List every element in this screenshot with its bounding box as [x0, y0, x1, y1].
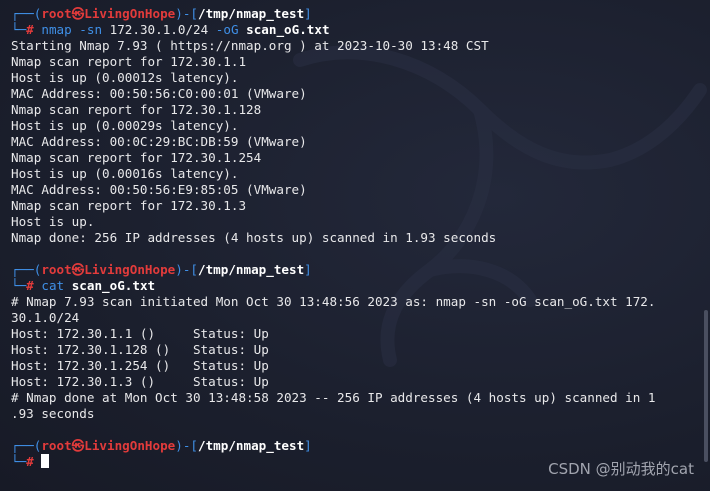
- command-line: └─# cat scan_oG.txt: [11, 278, 696, 294]
- prompt-corner: └─: [11, 22, 27, 37]
- prompt-hash: #: [26, 454, 34, 469]
- output-line: Nmap scan report for 172.30.1.128: [11, 102, 262, 117]
- terminal-output[interactable]: ┌──(root㉿LivingOnHope)-[/tmp/nmap_test] …: [11, 6, 696, 470]
- output-line: # Nmap done at Mon Oct 30 13:48:58 2023 …: [11, 390, 656, 405]
- prompt-corner: └─: [11, 454, 27, 469]
- prompt-corner: └─: [11, 278, 27, 293]
- output-line: Host: 172.30.1.254 () Status: Up: [11, 358, 269, 373]
- output-line: Nmap scan report for 172.30.1.3: [11, 198, 247, 213]
- prompt-line: ┌──(root㉿LivingOnHope)-[/tmp/nmap_test]: [11, 6, 696, 22]
- output-line: Nmap scan report for 172.30.1.1: [11, 54, 247, 69]
- output-line: Host: 172.30.1.1 () Status: Up: [11, 326, 269, 341]
- prompt-path: /tmp/nmap_test: [198, 262, 305, 277]
- output-line: .93 seconds: [11, 406, 95, 421]
- prompt-bracket: )-[: [175, 438, 199, 453]
- prompt-user-host: root㉿LivingOnHope: [41, 262, 176, 277]
- output-line: Host is up (0.00016s latency).: [11, 166, 239, 181]
- prompt-user-host: root㉿LivingOnHope: [41, 438, 176, 453]
- prompt-bracket: ]: [304, 262, 312, 277]
- prompt-bracket: )-[: [175, 6, 199, 21]
- command-arg: 172.30.1.0/24: [109, 22, 209, 37]
- vertical-scrollbar[interactable]: [704, 310, 708, 462]
- output-line: Host: 172.30.1.128 () Status: Up: [11, 342, 269, 357]
- output-line: Host is up (0.00012s latency).: [11, 70, 239, 85]
- command-arg: scan_oG.txt: [246, 22, 330, 37]
- output-line: MAC Address: 00:50:56:E9:85:05 (VMware): [11, 182, 307, 197]
- command-name: cat: [41, 278, 65, 293]
- prompt-bracket: ]: [304, 6, 312, 21]
- prompt-corner: ┌──(: [11, 438, 42, 453]
- command-line: └─# nmap -sn 172.30.1.0/24 -oG scan_oG.t…: [11, 22, 696, 38]
- output-line: MAC Address: 00:0C:29:BC:DB:59 (VMware): [11, 134, 307, 149]
- prompt-line: ┌──(root㉿LivingOnHope)-[/tmp/nmap_test]: [11, 262, 696, 278]
- output-line: Nmap done: 256 IP addresses (4 hosts up)…: [11, 230, 497, 245]
- prompt-hash: #: [26, 278, 34, 293]
- prompt-corner: ┌──(: [11, 262, 42, 277]
- prompt-user-host: root㉿LivingOnHope: [41, 6, 176, 21]
- command-arg: -oG: [208, 22, 247, 37]
- command-space: [64, 278, 72, 293]
- prompt-line: ┌──(root㉿LivingOnHope)-[/tmp/nmap_test]: [11, 438, 696, 454]
- prompt-corner: ┌──(: [11, 6, 42, 21]
- prompt-bracket: ]: [304, 438, 312, 453]
- output-line: MAC Address: 00:50:56:C0:00:01 (VMware): [11, 86, 307, 101]
- command-name: nmap: [41, 22, 72, 37]
- command-arg: -sn: [71, 22, 110, 37]
- output-line: Host is up.: [11, 214, 95, 229]
- command-arg: scan_oG.txt: [71, 278, 156, 293]
- prompt-path: /tmp/nmap_test: [198, 438, 305, 453]
- csdn-watermark: CSDN @别动我的cat: [548, 460, 694, 478]
- output-line: Starting Nmap 7.93 ( https://nmap.org ) …: [11, 38, 489, 53]
- output-line: # Nmap 7.93 scan initiated Mon Oct 30 13…: [11, 294, 656, 309]
- prompt-bracket: )-[: [175, 262, 199, 277]
- output-line: Host: 172.30.1.3 () Status: Up: [11, 374, 269, 389]
- output-line: Host is up (0.00029s latency).: [11, 118, 239, 133]
- output-line: Nmap scan report for 172.30.1.254: [11, 150, 262, 165]
- prompt-path: /tmp/nmap_test: [198, 6, 305, 21]
- text-cursor[interactable]: [41, 454, 50, 468]
- output-line: 30.1.0/24: [11, 310, 80, 325]
- prompt-hash: #: [26, 22, 34, 37]
